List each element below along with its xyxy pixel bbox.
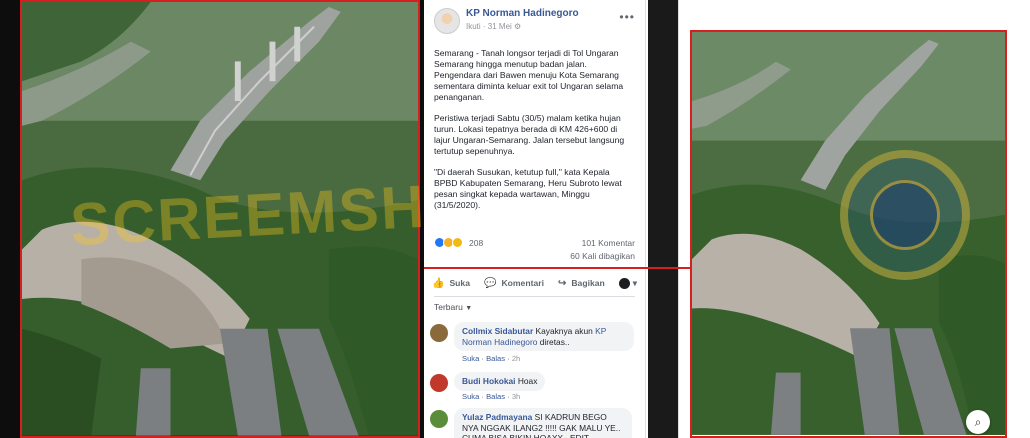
sort-label: Terbaru (434, 302, 463, 312)
comment-bubble: Collmix Sidabutar Kayaknya akun KP Norma… (454, 322, 634, 351)
share-button[interactable]: ↪ Bagikan (558, 278, 605, 289)
post-meta: Ikuti · 31 Mei ⚙ (466, 22, 635, 31)
comment-bubble: Yulaz Padmayana SI KADRUN BEGO NYA NGGAK… (454, 408, 632, 438)
comment-like-link[interactable]: Suka (462, 392, 479, 401)
post-paragraph-1: Semarang - Tanah longsor terjadi di Tol … (434, 48, 624, 102)
watermark-seal (840, 150, 970, 280)
profile-dot-icon (618, 277, 630, 289)
post-date[interactable]: 31 Mei (488, 22, 512, 31)
author-name[interactable]: KP Norman Hadinegoro (466, 8, 635, 19)
chevron-down-icon: ▾ (632, 277, 638, 288)
commenter-name[interactable]: Collmix Sidabutar (462, 326, 533, 336)
more-options-icon[interactable]: ••• (619, 10, 635, 24)
comment-time[interactable]: 3h (512, 392, 520, 401)
follow-link[interactable]: Ikuti (466, 22, 481, 31)
commenter-avatar[interactable] (430, 410, 448, 428)
post-paragraph-2: Peristiwa terjadi Sabtu (30/5) malam ket… (434, 113, 625, 156)
comment-text: Kayaknya akun (535, 326, 593, 336)
highlight-connector-line (424, 267, 692, 269)
comment-button[interactable]: 💬 Komentari (484, 278, 544, 289)
author-avatar[interactable] (434, 8, 460, 34)
reaction-count[interactable]: 208 (469, 238, 483, 248)
shares-count[interactable]: 60 Kali dibagikan (570, 251, 635, 261)
screenshot-stage: SCREEMSHOT RV KP Norman Hadinegoro Ikuti… (0, 0, 1030, 438)
comment-label: Komentari (501, 278, 544, 288)
audience-selector[interactable]: ▾ (618, 277, 638, 289)
chevron-down-icon: ▼ (465, 305, 473, 312)
comments-count[interactable]: 101 Komentar (582, 238, 635, 248)
comment-icon: 💬 (484, 277, 497, 289)
comment-time[interactable]: 2h (512, 354, 520, 363)
thumbs-up-icon: 👍 (432, 277, 445, 289)
comment-reply-link[interactable]: Balas (486, 392, 505, 401)
comment-bubble: Budi Hokokai Hoax (454, 372, 546, 391)
comment-sort-selector[interactable]: Terbaru ▼ (434, 302, 472, 312)
comment-text-tail: diretas.. (539, 336, 570, 347)
like-label: Suka (449, 278, 470, 288)
facebook-post-panel: KP Norman Hadinegoro Ikuti · 31 Mei ⚙ ••… (424, 0, 646, 438)
reaction-icons[interactable]: 208 (434, 237, 483, 248)
globe-icon: ⚙ (514, 22, 522, 31)
post-paragraph-3: "Di daerah Susukan, ketutup full," kata … (434, 167, 622, 210)
share-label: Bagikan (571, 278, 605, 288)
commenter-avatar[interactable] (430, 324, 448, 342)
post-actions: 👍 Suka 💬 Komentari ↪ Bagikan ▾ (432, 272, 637, 294)
comment-item: Budi Hokokai Hoax Suka · Balas · 3h (430, 372, 639, 404)
post-header: KP Norman Hadinegoro Ikuti · 31 Mei ⚙ ••… (424, 0, 645, 42)
share-icon: ↪ (557, 277, 567, 289)
comment-text: Hoax (517, 376, 538, 386)
sad-reaction-icon (452, 237, 463, 248)
seal-center (870, 180, 940, 250)
divider (434, 296, 635, 297)
comment-actions: Suka · Balas · 2h (462, 354, 521, 363)
zoom-search-icon[interactable]: ⌕ (966, 410, 990, 434)
comment-actions: Suka · Balas · 3h (462, 392, 521, 401)
commenter-name[interactable]: Budi Hokokai (462, 376, 516, 386)
post-body: Semarang - Tanah longsor terjadi di Tol … (424, 42, 645, 211)
comment-reply-link[interactable]: Balas (486, 354, 505, 363)
comment-item: Collmix Sidabutar Kayaknya akun KP Norma… (430, 322, 639, 366)
reactions-bar: 208 101 Komentar 60 Kali dibagikan (434, 234, 635, 264)
commenter-avatar[interactable] (430, 374, 448, 392)
comment-like-link[interactable]: Suka (462, 354, 479, 363)
commenter-name[interactable]: Yulaz Padmayana (462, 412, 532, 422)
like-button[interactable]: 👍 Suka (432, 278, 470, 289)
comment-item: Yulaz Padmayana SI KADRUN BEGO NYA NGGAK… (430, 408, 639, 438)
viewer-gutter (648, 0, 678, 438)
